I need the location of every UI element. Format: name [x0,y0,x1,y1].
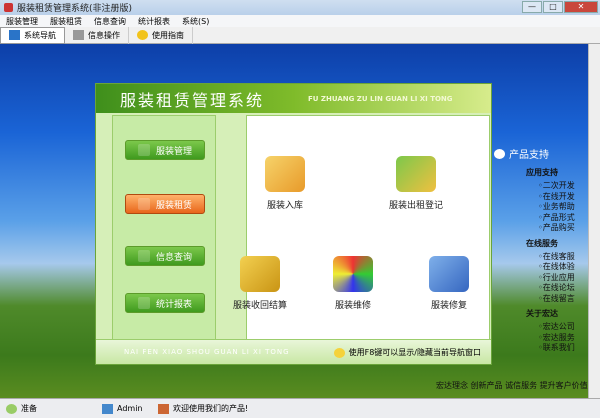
menu-info-query[interactable]: 信息查询 [94,16,126,27]
status-text: Admin [117,404,143,413]
func-label: 服装维修 [334,301,371,311]
menu-statistics[interactable]: 统计报表 [138,16,170,27]
help-icon [494,148,505,159]
link-item[interactable]: ◦宏达服务 [494,333,588,344]
status-text: 欢迎使用我们的产品! [173,404,249,413]
tools-icon [333,256,373,292]
register-icon [396,156,436,192]
lightbulb-icon [333,347,345,358]
func-label: 服装修复 [430,301,467,311]
book-icon [429,256,469,292]
nav-label: 服装管理 [155,146,192,157]
clothing-icon [137,144,150,156]
menu-bar: 服装管理 服装租赁 信息查询 统计报表 系统(S) [0,15,600,27]
app-icon [4,3,13,12]
menu-clothing-rental[interactable]: 服装租赁 [50,16,82,27]
footer-pinyin: NAI FEN XIAO SHOU GUAN LI XI TONG [124,348,290,356]
func-return-settle[interactable]: 服装收回结算 [233,256,287,311]
window-title: 服装租赁管理系统(非注册版) [17,4,133,14]
help-icon [137,30,148,40]
close-button[interactable]: ✕ [564,1,598,13]
status-user: Admin [96,403,152,414]
support-title-text: 产品支持 [509,150,549,161]
nav-label: 信息查询 [155,252,192,263]
tab-user-guide[interactable]: 使用指南 [129,26,193,44]
hint-text: 使用F8键可以显示/隐藏当前导航窗口 [348,348,481,357]
monitor-icon [9,30,20,40]
link-item[interactable]: ◦在线论坛 [494,283,588,294]
nav-label: 统计报表 [155,299,192,310]
status-ready: 准备 [0,403,96,414]
monitor-icon [137,297,150,309]
link-item[interactable]: ◦行业应用 [494,273,588,284]
function-area: 服装入库 服装出租登记 服装收回结算 服装维修 服装修复 [233,115,490,341]
func-label: 服装出租登记 [389,201,444,211]
link-item[interactable]: ◦产品形式 [494,213,588,224]
section-title: 在线服务 [526,238,558,248]
nav-clothing-rental[interactable]: 服装租赁 [125,194,205,214]
support-title: 产品支持 [494,146,588,161]
user-icon [102,403,113,414]
footer-hint: 使用F8键可以显示/隐藏当前导航窗口 [333,347,481,358]
tab-label: 系统导航 [24,30,56,40]
maximize-button[interactable]: □ [543,1,563,13]
window-icon [73,30,84,40]
product-support-panel: 产品支持 应用支持 ◦二次开发 ◦在线开发 ◦业务帮助 ◦产品形式 ◦产品购买 … [494,146,588,396]
func-repair[interactable]: 服装维修 [333,256,373,311]
coins-icon [240,256,280,292]
section-title: 关于宏达 [526,309,558,318]
nav-info-query[interactable]: 信息查询 [125,246,205,266]
nav-statistics[interactable]: 统计报表 [125,293,205,313]
link-item[interactable]: ◦业务帮助 [494,202,588,213]
func-rental-register[interactable]: 服装出租登记 [389,156,443,211]
link-item[interactable]: ◦联系我们 [494,343,588,354]
notebook-pen-icon [265,156,305,192]
users-icon [158,403,169,414]
link-item[interactable]: ◦在线体验 [494,262,588,273]
panel-footer: NAI FEN XIAO SHOU GUAN LI XI TONG 使用F8键可… [96,339,491,364]
tab-label: 信息操作 [88,30,120,40]
func-label: 服装入库 [266,201,303,211]
panel-header: 服装租赁管理系统 FU ZHUANG ZU LIN GUAN LI XI TON… [96,84,491,113]
nav-sidebar: 服装管理 服装租赁 信息查询 统计报表 [112,115,216,341]
title-bar: 服装租赁管理系统(非注册版) — □ ✕ [0,0,600,15]
vertical-scrollbar[interactable] [588,44,600,398]
tab-label: 使用指南 [152,30,184,40]
nav-label: 服装租赁 [155,200,192,211]
panel-title: 服装租赁管理系统 [120,90,265,110]
menu-clothing-management[interactable]: 服装管理 [6,16,38,27]
link-item[interactable]: ◦在线客服 [494,252,588,263]
status-icon [6,403,17,414]
status-text: 准备 [21,404,37,413]
alert-icon [137,198,150,210]
func-label: 服装收回结算 [233,301,288,311]
toolbar: 系统导航 信息操作 使用指南 [0,26,600,44]
status-welcome: 欢迎使用我们的产品! [152,403,248,414]
func-stock-in[interactable]: 服装入库 [265,156,305,211]
menu-system[interactable]: 系统(S) [182,16,209,27]
panel-subtitle: FU ZHUANG ZU LIN GUAN LI XI TONG [308,94,453,103]
minimize-button[interactable]: — [522,1,542,13]
status-bar: 准备 Admin 欢迎使用我们的产品! [0,398,600,418]
link-item[interactable]: ◦产品购买 [494,223,588,234]
tab-info-operation[interactable]: 信息操作 [65,26,129,44]
func-restore[interactable]: 服装修复 [429,256,469,311]
navigation-panel: 服装租赁管理系统 FU ZHUANG ZU LIN GUAN LI XI TON… [95,83,492,365]
company-tagline: 宏达理念 创新产品 诚信服务 提升客户价值 [436,381,588,390]
link-item[interactable]: ◦二次开发 [494,181,588,192]
section-title: 应用支持 [526,168,558,177]
nav-clothing-management[interactable]: 服装管理 [125,140,205,160]
tab-system-nav[interactable]: 系统导航 [0,26,65,44]
link-item[interactable]: ◦在线开发 [494,192,588,203]
link-item[interactable]: ◦在线留言 [494,294,588,305]
link-item[interactable]: ◦宏达公司 [494,322,588,333]
users-icon [137,250,150,262]
